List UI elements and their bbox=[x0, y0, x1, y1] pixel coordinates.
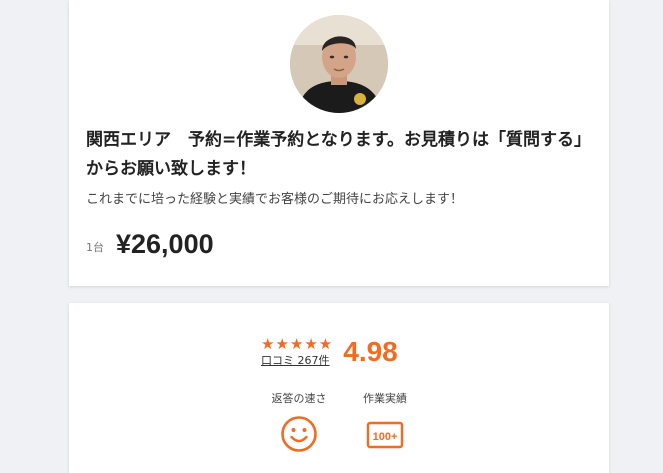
metric-work-record: 作業実績 100+ bbox=[345, 391, 425, 453]
rating-score: 4.98 bbox=[343, 336, 398, 367]
badge-100plus-icon: 100+ bbox=[366, 421, 404, 449]
rating-summary: ★★★★★ 口コミ 267件 4.98 bbox=[261, 335, 398, 369]
price-row: 1台 ¥26,000 bbox=[86, 224, 214, 260]
reviews-link[interactable]: 口コミ 267件 bbox=[261, 353, 330, 369]
badge-text: 100+ bbox=[373, 431, 398, 443]
metric-label: 返答の速さ bbox=[271, 392, 327, 405]
provider-photo bbox=[290, 15, 388, 113]
listing-description: これまでに培った経験と実績でお客様のご期待にお応えします！ bbox=[86, 192, 464, 207]
price-unit: 1台 bbox=[86, 241, 104, 254]
provider-avatar bbox=[290, 15, 388, 113]
metric-response-speed: 返答の速さ bbox=[259, 391, 339, 453]
star-rating-icon: ★★★★★ bbox=[261, 335, 334, 353]
provider-stats-card: ★★★★★ 口コミ 267件 4.98 返答の速さ 作業実績 100+ bbox=[69, 303, 609, 473]
price-value: ¥26,000 bbox=[116, 229, 214, 259]
listing-card[interactable]: 関西エリア 予約=作業予約となります。お見積りは「質問する」からお願い致します！… bbox=[69, 0, 609, 286]
listing-title[interactable]: 関西エリア 予約=作業予約となります。お見積りは「質問する」からお願い致します！ bbox=[86, 126, 591, 184]
metric-label: 作業実績 bbox=[363, 392, 407, 405]
smiley-icon bbox=[281, 416, 317, 452]
